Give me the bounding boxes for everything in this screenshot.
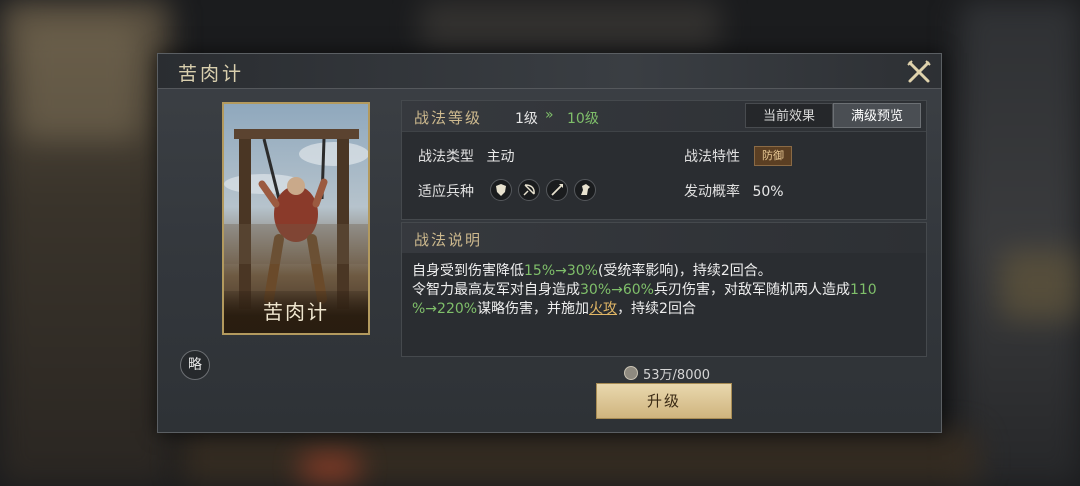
- tactic-card: 苦肉计: [222, 102, 370, 335]
- desc-highlight: 30%→60%: [580, 282, 654, 298]
- level-label: 战法等级: [414, 109, 483, 127]
- tactic-trait-row: 战法特性: [684, 146, 740, 166]
- cost-value: 53万/8000: [643, 368, 711, 383]
- desc-highlight: %→220%: [412, 301, 478, 317]
- troop-type-row: 适应兵种: [418, 181, 474, 201]
- desc-text: (受统率影响)，持续2回合。: [597, 263, 772, 279]
- arrow-icon: »: [545, 107, 554, 123]
- desc-highlight: 110: [849, 282, 877, 298]
- info-panel: 战法等级 1级 » 10级 当前效果 满级预览 战法类型 主动 战法特性 防御 …: [401, 100, 927, 220]
- tactic-type-value: 主动: [486, 149, 515, 165]
- tactic-type-label: 战法类型: [418, 149, 474, 165]
- description-title: 战法说明: [414, 231, 483, 249]
- title-bar: 苦肉计: [158, 54, 941, 89]
- close-icon[interactable]: [905, 58, 933, 86]
- upgrade-button[interactable]: 升级: [596, 383, 732, 419]
- current-level: 1级: [515, 111, 538, 127]
- shield-icon: [490, 179, 512, 201]
- horse-icon: [574, 179, 596, 201]
- description-panel: 战法说明 自身受到伤害降低15%→30%(受统率影响)，持续2回合。 令智力最高…: [401, 222, 927, 357]
- desc-text: ，持续2回合: [617, 301, 696, 317]
- level-header: 战法等级 1级 » 10级 当前效果 满级预览: [402, 101, 926, 132]
- tactic-trait-label: 战法特性: [684, 149, 740, 165]
- desc-text: 自身受到伤害降低: [412, 263, 524, 279]
- bow-icon: [518, 179, 540, 201]
- strategy-badge-button[interactable]: 略: [180, 350, 210, 380]
- upgrade-cost: 53万/8000: [624, 364, 710, 383]
- trigger-rate-label: 发动概率: [684, 184, 740, 200]
- card-name: 苦肉计: [263, 300, 329, 324]
- dialog-title: 苦肉计: [178, 63, 245, 85]
- fire-attack-link[interactable]: 火攻: [589, 301, 617, 317]
- desc-highlight: 15%→30%: [524, 263, 598, 279]
- trait-badge: 防御: [754, 146, 792, 166]
- desc-text: 谋略伤害，并施加: [477, 301, 590, 317]
- spear-icon: [546, 179, 568, 201]
- tab-current-effect[interactable]: 当前效果: [745, 103, 833, 128]
- tactic-dialog: 苦肉计 苦肉计 略 战法等级 1级 » 10级 当前效果 满级预览 战法类型 主…: [157, 53, 942, 433]
- tactic-type-row: 战法类型 主动: [418, 146, 514, 166]
- coin-icon: [624, 366, 638, 380]
- max-level: 10级: [567, 111, 599, 127]
- troop-icons: [490, 179, 602, 201]
- tab-max-level-preview[interactable]: 满级预览: [833, 103, 921, 128]
- desc-text: 令智力最高友军对自身造成: [412, 282, 580, 298]
- description-text: 自身受到伤害降低15%→30%(受统率影响)，持续2回合。 令智力最高友军对自身…: [412, 262, 917, 319]
- desc-text: 兵刃伤害，对敌军随机两人造成: [653, 282, 850, 298]
- trigger-rate-row: 发动概率 50%: [684, 181, 784, 201]
- troop-type-label: 适应兵种: [418, 184, 474, 200]
- trigger-rate-value: 50%: [752, 184, 784, 200]
